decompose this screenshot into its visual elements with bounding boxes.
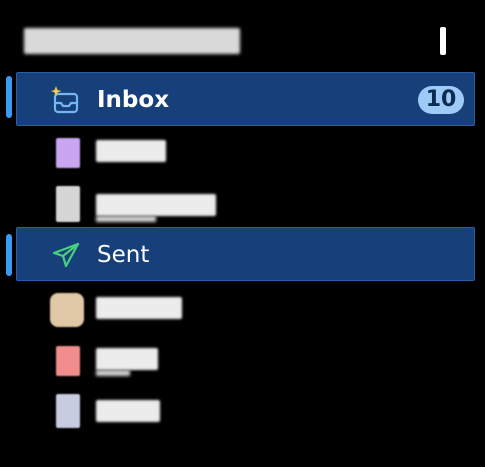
header-handle[interactable] xyxy=(440,27,446,55)
inbox-tray-icon xyxy=(51,86,81,114)
sidebar-item-outbox[interactable] xyxy=(16,180,475,234)
sidebar-header xyxy=(0,0,485,70)
sidebar-item-archive[interactable] xyxy=(16,283,475,337)
sidebar-item-label: Inbox xyxy=(97,87,170,113)
sidebar-item-label xyxy=(96,140,166,162)
sidebar-item-spam[interactable] xyxy=(16,336,475,390)
drafts-icon xyxy=(56,138,80,168)
label-descender xyxy=(96,216,156,222)
sidebar-item-inbox[interactable]: Inbox 10 xyxy=(16,72,475,126)
sidebar-item-trash[interactable] xyxy=(16,388,475,442)
sidebar-item-label xyxy=(96,400,160,422)
sidebar-item-label xyxy=(96,297,182,319)
outbox-icon xyxy=(56,186,80,222)
sidebar-item-drafts[interactable] xyxy=(16,126,475,180)
sidebar-item-sent[interactable]: Sent xyxy=(16,227,475,281)
archive-icon xyxy=(50,293,84,327)
spam-icon xyxy=(56,346,80,376)
label-descender xyxy=(96,370,130,376)
sidebar-item-label xyxy=(96,194,216,216)
mail-sidebar: Inbox 10 Sent xyxy=(0,0,485,467)
trash-icon xyxy=(56,394,80,428)
account-title[interactable] xyxy=(24,28,240,54)
sidebar-item-label: Sent xyxy=(97,242,150,268)
unread-count-badge: 10 xyxy=(418,86,464,114)
sidebar-item-label xyxy=(96,348,158,370)
inbox-selection-indicator xyxy=(6,76,12,118)
paper-plane-icon xyxy=(51,241,81,269)
sent-selection-indicator xyxy=(6,234,12,276)
